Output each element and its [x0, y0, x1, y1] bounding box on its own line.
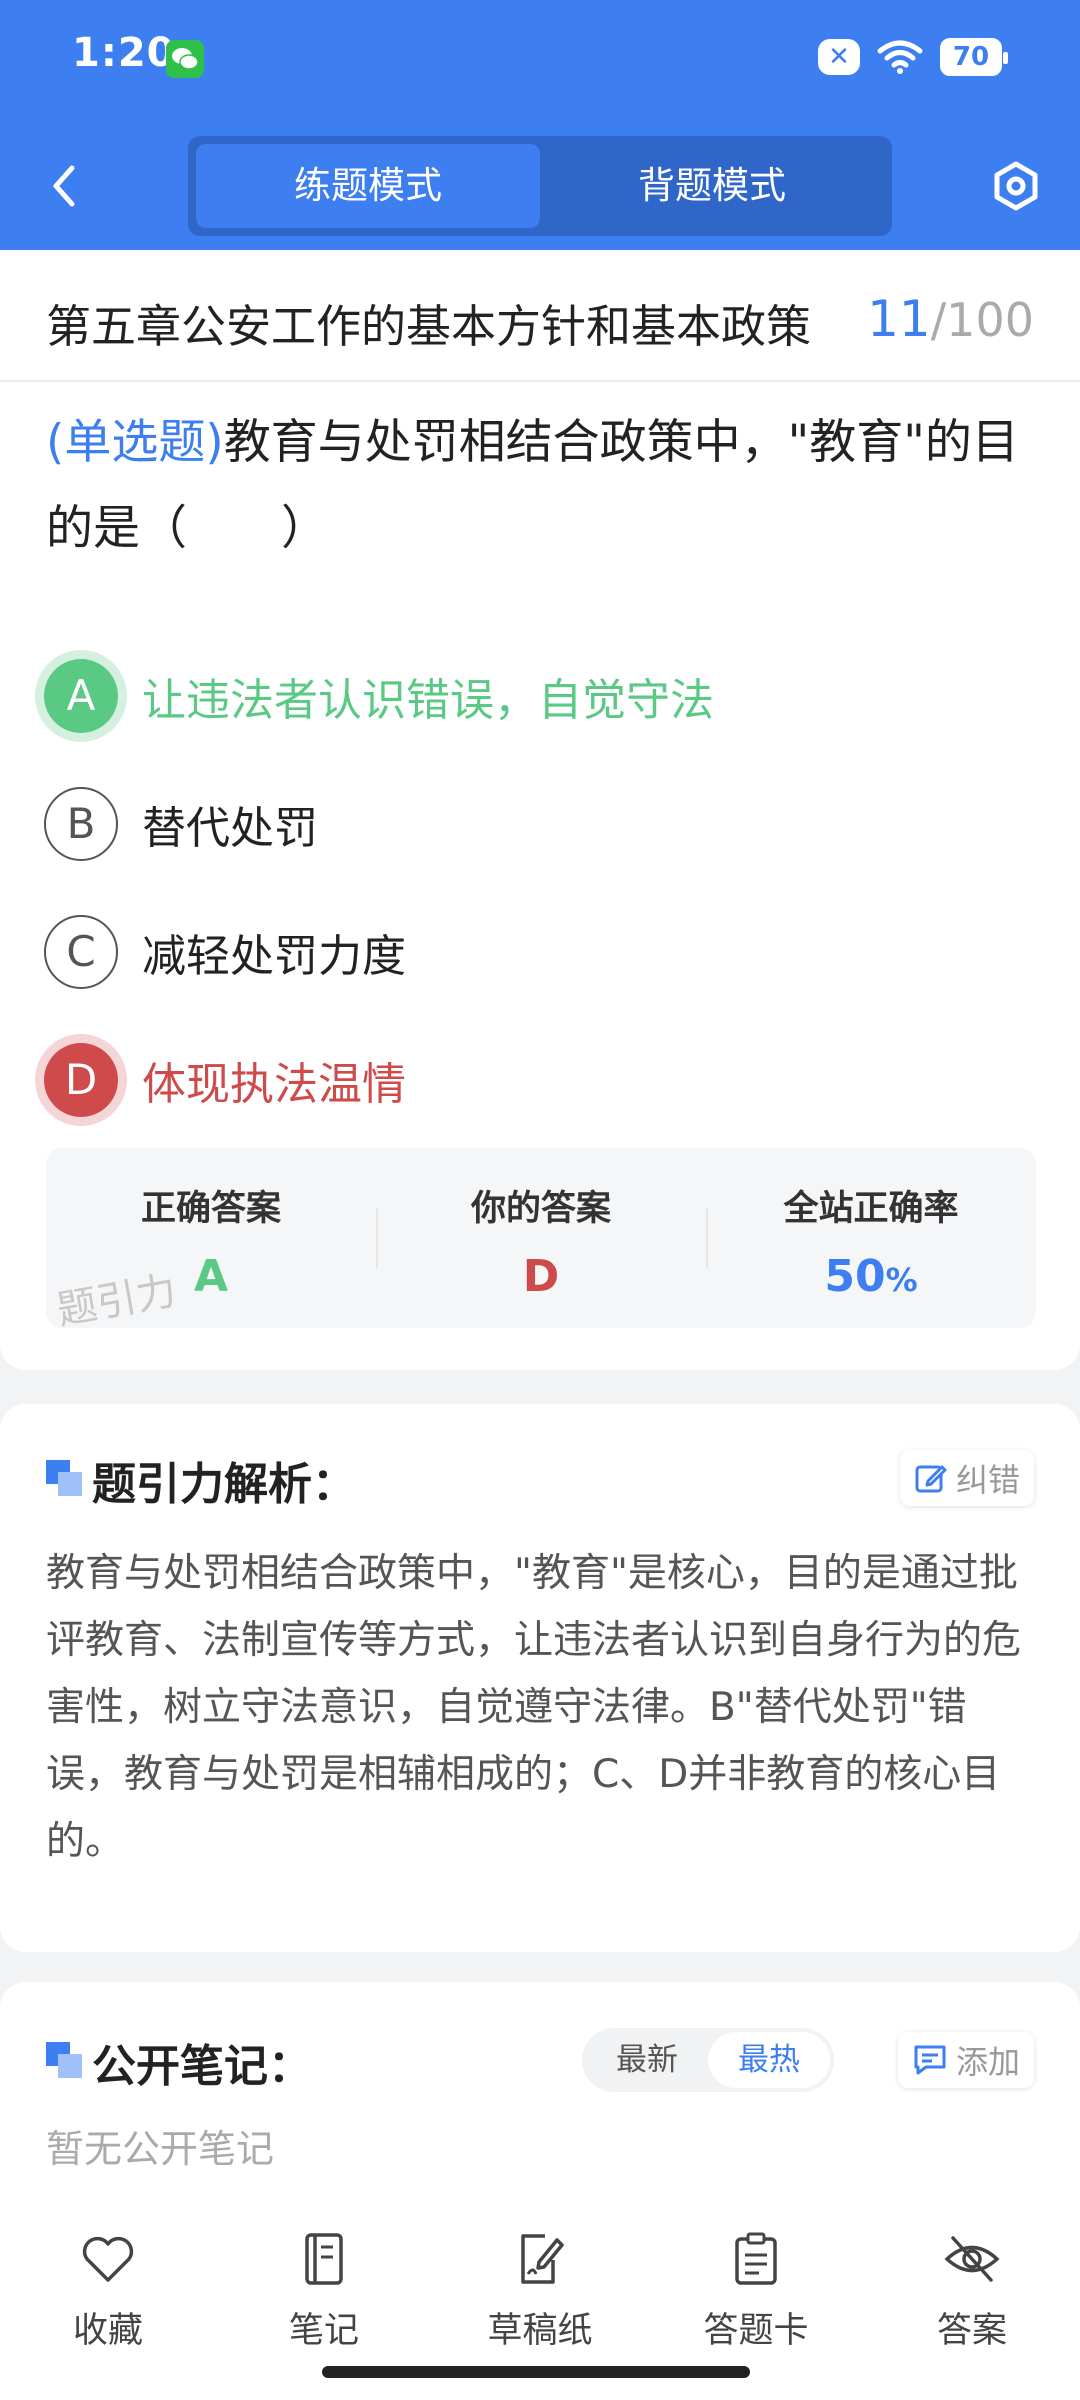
- stat-label: 全站正确率: [783, 1189, 959, 1229]
- question-type: (单选题): [46, 415, 224, 470]
- total-questions: /100: [930, 293, 1034, 347]
- add-note-button[interactable]: 添加: [897, 2032, 1034, 2088]
- nav-draft-paper[interactable]: 草稿纸: [460, 2230, 620, 2353]
- report-error-label: 纠错: [955, 1461, 1020, 1499]
- nav-label: 答题卡: [703, 2311, 809, 2351]
- chapter-row: 第五章公安工作的基本方针和基本政策 11/100: [46, 290, 1034, 353]
- question-card: 第五章公安工作的基本方针和基本政策 11/100 (单选题)教育与处罚相结合政策…: [0, 250, 1080, 1370]
- back-button[interactable]: [40, 158, 90, 214]
- option-d[interactable]: D 体现执法温情: [44, 1042, 406, 1118]
- chevron-left-icon: [53, 165, 75, 207]
- battery-indicator: 70: [940, 38, 1008, 76]
- home-indicator: [322, 2366, 750, 2378]
- nav-answer[interactable]: 答案: [892, 2230, 1052, 2353]
- accuracy-value: 50%: [706, 1251, 1036, 1302]
- stat-label: 你的答案: [470, 1189, 611, 1229]
- nav-label: 答案: [936, 2311, 1007, 2351]
- section-icon: [46, 2042, 82, 2078]
- empty-notes-text: 暂无公开笔记: [46, 2127, 275, 2171]
- notebook-icon: [305, 2233, 343, 2285]
- your-answer-stat: 你的答案 D: [376, 1148, 706, 1328]
- heart-icon: [82, 2236, 134, 2282]
- option-letter: B: [44, 787, 118, 861]
- comment-icon: [914, 2045, 946, 2075]
- analysis-text: 教育与处罚相结合政策中，"教育"是核心，目的是通过批评教育、法制宣传等方式，让违…: [46, 1551, 1022, 1864]
- question-counter: 11/100: [867, 290, 1034, 348]
- nav-label: 收藏: [72, 2311, 143, 2351]
- accuracy-number: 50: [824, 1251, 886, 1302]
- accuracy-unit: %: [885, 1261, 918, 1299]
- option-text: 减轻处罚力度: [142, 931, 406, 982]
- tab-memorize-mode[interactable]: 背题模式: [540, 144, 884, 228]
- option-letter: D: [44, 1043, 118, 1117]
- app-header: 1:20 ✕ 70 练题模式 背题模式: [0, 0, 1080, 250]
- current-question-number: 11: [867, 290, 931, 348]
- add-note-label: 添加: [955, 2043, 1020, 2081]
- report-error-button[interactable]: 纠错: [899, 1450, 1034, 1506]
- option-text: 体现执法温情: [142, 1059, 406, 1110]
- nav-answer-sheet[interactable]: 答题卡: [676, 2230, 836, 2353]
- mode-toggle: 练题模式 背题模式: [188, 136, 892, 236]
- wechat-icon: [166, 40, 204, 78]
- settings-button[interactable]: [988, 158, 1044, 214]
- chapter-title: 第五章公安工作的基本方针和基本政策: [46, 300, 812, 353]
- draft-icon: [521, 2234, 564, 2284]
- question-stem: (单选题)教育与处罚相结合政策中，"教育"的目的是（ ）: [46, 400, 1040, 572]
- eye-off-icon: [944, 2236, 1000, 2282]
- sort-hottest[interactable]: 最热: [708, 2032, 830, 2088]
- nav-label: 笔记: [288, 2311, 359, 2351]
- status-time: 1:20: [72, 30, 176, 76]
- accuracy-stat: 全站正确率 50%: [706, 1148, 1036, 1328]
- nav-notes[interactable]: 笔记: [244, 2230, 404, 2353]
- answer-sheet-icon: [735, 2232, 777, 2285]
- nav-favorite[interactable]: 收藏: [28, 2230, 188, 2353]
- option-letter: A: [44, 659, 118, 733]
- edit-icon: [915, 1465, 947, 1493]
- option-text: 让违法者认识错误，自觉守法: [142, 675, 714, 726]
- analysis-title: 题引力解析：: [92, 1459, 356, 1510]
- correct-answer-stat: 正确答案 A 题引力: [46, 1148, 376, 1334]
- option-letter: C: [44, 915, 118, 989]
- tab-practice-mode[interactable]: 练题模式: [196, 144, 540, 228]
- notes-title: 公开笔记：: [92, 2041, 312, 2092]
- status-icons: ✕ 70: [818, 38, 1008, 76]
- answer-stats: 正确答案 A 题引力 你的答案 D 全站正确率 50%: [46, 1148, 1036, 1334]
- option-b[interactable]: B 替代处罚: [44, 786, 318, 862]
- notification-x-icon: ✕: [818, 39, 860, 75]
- option-a[interactable]: A 让违法者认识错误，自觉守法: [44, 658, 714, 734]
- notes-sort-toggle: 最新 最热: [582, 2028, 834, 2092]
- wifi-icon: [877, 40, 923, 74]
- analysis-card: 题引力解析： 纠错 教育与处罚相结合政策中，"教育"是核心，目的是通过批评教育、…: [0, 1404, 1080, 1952]
- your-answer-value: D: [522, 1251, 560, 1302]
- option-text: 替代处罚: [142, 803, 318, 854]
- nav-label: 草稿纸: [487, 2311, 593, 2351]
- settings-hexagon-icon: [994, 161, 1038, 211]
- option-c[interactable]: C 减轻处罚力度: [44, 914, 406, 990]
- stat-label: 正确答案: [140, 1189, 281, 1229]
- section-icon: [46, 1460, 82, 1496]
- divider: [0, 380, 1080, 382]
- sort-latest[interactable]: 最新: [586, 2032, 708, 2088]
